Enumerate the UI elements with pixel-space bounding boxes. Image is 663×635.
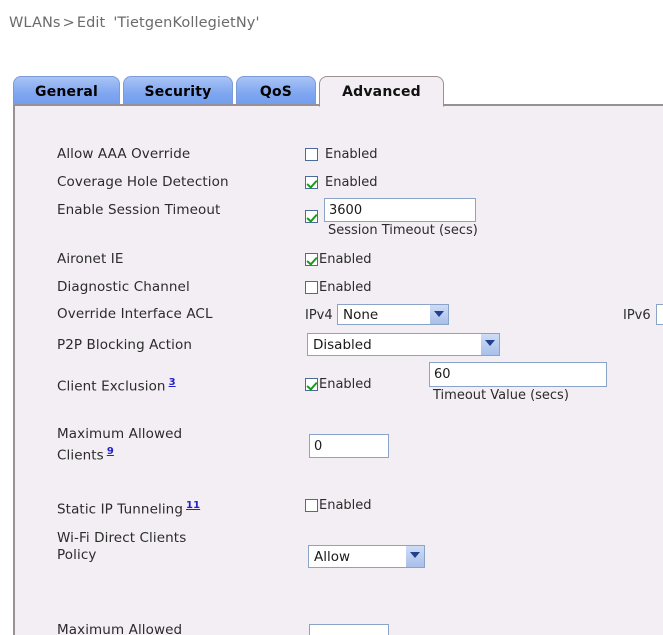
label-static-ip-tunneling: Static IP Tunneling 11 (57, 497, 307, 519)
label-ipv4: IPv4 (305, 308, 333, 323)
label-aironet-ie: Aironet IE (57, 251, 124, 267)
tab-general[interactable]: General (13, 76, 120, 107)
static-ip-tunneling-control: Enabled (305, 495, 372, 514)
aironet-ie-control: Enabled (305, 249, 372, 268)
client-exclusion-timeout-input[interactable] (429, 362, 607, 387)
tab-qos-label: QoS (259, 84, 293, 100)
tab-strip: General Security QoS Advanced (13, 74, 663, 107)
breadcrumb-separator: > (62, 15, 75, 31)
chevron-down-icon (430, 305, 448, 324)
select-ipv4-acl[interactable]: None (337, 304, 449, 325)
maximum-allowed-cut-input[interactable] (309, 624, 389, 635)
label-override-interface-acl: Override Interface ACL (57, 306, 213, 322)
select-p2p-blocking-action-value: Disabled (313, 337, 372, 353)
footnote-link-static-ip-tunneling[interactable]: 11 (186, 500, 200, 511)
label-coverage-hole-detection: Coverage Hole Detection (57, 174, 229, 190)
label-client-exclusion: Client Exclusion 3 (57, 374, 307, 396)
checkbox-static-ip-tunneling[interactable] (305, 499, 318, 512)
checkbox-label-aironet-ie: Enabled (319, 252, 372, 267)
allow-aaa-override-control: Enabled (305, 144, 378, 163)
tab-security-label: Security (144, 84, 212, 100)
select-wifi-direct-clients-policy[interactable]: Allow (308, 545, 425, 568)
session-timeout-sublabel: Session Timeout (secs) (328, 223, 478, 238)
session-timeout-input[interactable] (324, 198, 476, 222)
checkbox-label-allow-aaa-override: Enabled (325, 147, 378, 162)
checkbox-label-static-ip-tunneling: Enabled (319, 498, 372, 513)
label-wifi-direct-line1: Wi-Fi Direct Clients (57, 530, 187, 546)
label-maximum-allowed-clients-line1: Maximum Allowed (57, 426, 183, 442)
label-static-ip-tunneling-text: Static IP Tunneling (57, 501, 184, 518)
label-diagnostic-channel: Diagnostic Channel (57, 279, 190, 295)
checkbox-aironet-ie[interactable] (305, 253, 318, 266)
tab-security[interactable]: Security (123, 76, 233, 107)
checkbox-coverage-hole-detection[interactable] (305, 176, 318, 189)
tab-general-label: General (35, 84, 98, 100)
label-maximum-allowed-clients: Maximum Allowed Clients 9 (57, 426, 307, 465)
select-wifi-direct-value: Allow (314, 549, 351, 565)
checkbox-label-client-exclusion: Enabled (319, 377, 372, 392)
breadcrumb: WLANs > Edit 'TietgenKollegietNy' (9, 15, 260, 31)
label-maximum-allowed-clients-line2: Clients (57, 447, 104, 464)
label-wifi-direct-line2: Policy (57, 547, 97, 563)
label-client-exclusion-text: Client Exclusion (57, 378, 166, 395)
footnote-link-maximum-allowed-clients[interactable]: 9 (107, 446, 114, 457)
tab-qos[interactable]: QoS (236, 76, 316, 107)
chevron-down-icon-p2p (481, 334, 499, 355)
diagnostic-channel-control: Enabled (305, 277, 372, 296)
select-ipv6-acl[interactable] (656, 304, 663, 325)
checkbox-label-coverage-hole-detection: Enabled (325, 175, 378, 190)
checkbox-diagnostic-channel[interactable] (305, 281, 318, 294)
breadcrumb-root[interactable]: WLANs (9, 15, 61, 31)
breadcrumb-wlan-name: 'TietgenKollegietNy' (113, 15, 260, 31)
select-ipv4-acl-value: None (343, 307, 379, 323)
label-allow-aaa-override: Allow AAA Override (57, 146, 191, 162)
checkbox-client-exclusion[interactable] (305, 378, 318, 391)
client-exclusion-timeout-sublabel: Timeout Value (secs) (433, 388, 569, 403)
tab-advanced-label: Advanced (342, 84, 421, 100)
checkbox-allow-aaa-override[interactable] (305, 148, 318, 161)
tab-advanced[interactable]: Advanced (319, 76, 444, 107)
breadcrumb-action: Edit (76, 15, 106, 31)
maximum-allowed-clients-input[interactable] (309, 434, 389, 458)
checkbox-enable-session-timeout[interactable] (305, 210, 318, 223)
client-exclusion-control: Enabled (305, 374, 372, 393)
label-p2p-blocking-action: P2P Blocking Action (57, 337, 193, 353)
checkbox-label-diagnostic-channel: Enabled (319, 280, 372, 295)
coverage-hole-detection-control: Enabled (305, 172, 378, 191)
label-maximum-allowed-cut: Maximum Allowed (57, 622, 183, 635)
label-enable-session-timeout: Enable Session Timeout (57, 202, 221, 218)
label-wifi-direct-clients-policy: Wi-Fi Direct Clients Policy (57, 530, 307, 564)
label-ipv6: IPv6 (623, 308, 651, 323)
select-p2p-blocking-action[interactable]: Disabled (307, 333, 500, 356)
advanced-settings-panel: Allow AAA Override Enabled Coverage Hole… (13, 106, 663, 635)
footnote-link-client-exclusion[interactable]: 3 (169, 377, 176, 388)
chevron-down-icon-wifi-direct (406, 546, 424, 567)
